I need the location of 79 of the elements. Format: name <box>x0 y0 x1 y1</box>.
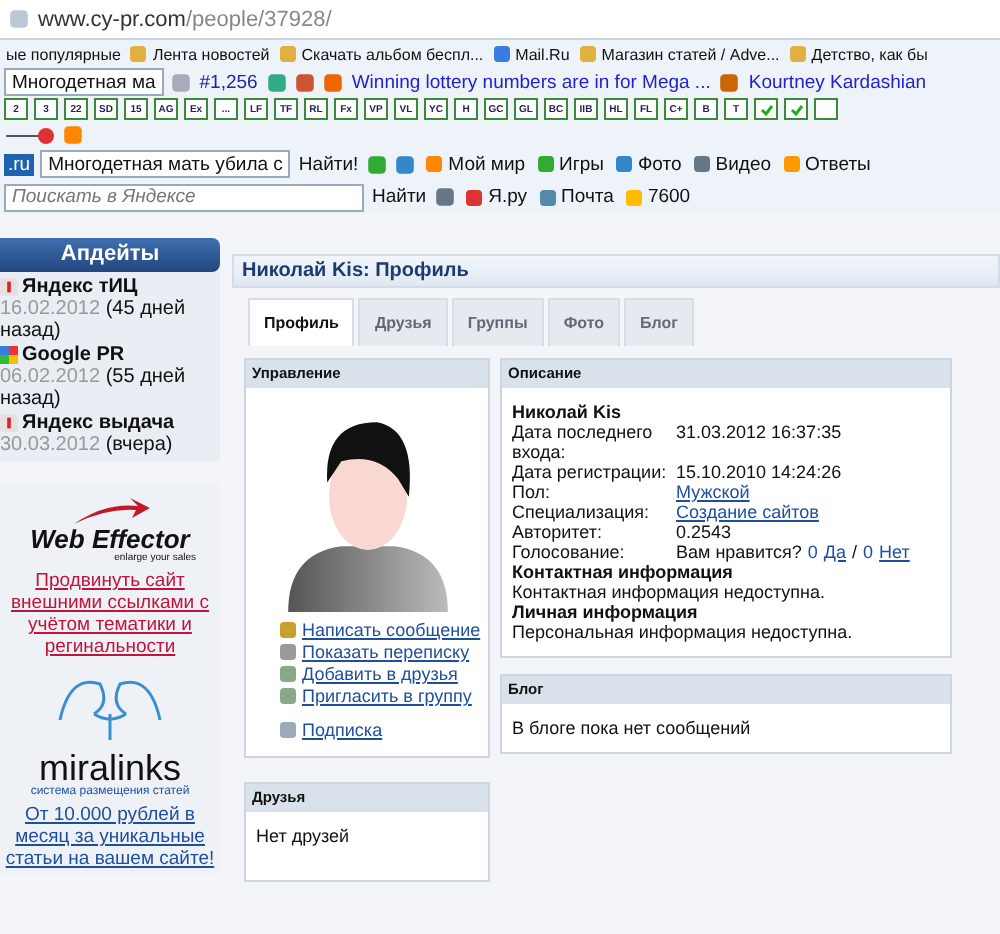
update-date-line: 16.02.2012 (45 дней назад) <box>0 298 188 342</box>
profile-action-link[interactable]: Добавить в друзья <box>278 664 488 684</box>
yandex-link[interactable]: Почта <box>535 186 616 208</box>
vote-count: 0 <box>863 542 874 562</box>
section-heading: Личная информация <box>512 602 700 622</box>
find-button[interactable]: Найти! <box>296 153 361 175</box>
profile-tab[interactable]: Группы <box>451 298 544 346</box>
sidebar-header: Апдейты <box>0 238 220 272</box>
field-label: Пол: <box>512 482 553 502</box>
check-icon <box>759 103 773 115</box>
field-value: 0.2543 <box>676 522 732 542</box>
portal-link[interactable]: Игры <box>533 153 606 175</box>
news-link[interactable]: Winning lottery numbers are in for Mega ... <box>349 71 713 93</box>
vote-question: Вам нравится? <box>676 542 802 562</box>
update-name: Яндекс тИЦ <box>22 276 138 298</box>
check-icon <box>789 103 803 115</box>
mail-search-field[interactable]: Многодетная мать убила с <box>40 150 291 178</box>
bookmark-link[interactable]: Магазин статей / Adve... <box>575 44 782 64</box>
url-path: /people/37928/ <box>185 7 332 31</box>
trend-link[interactable]: Kourtney Kardashian <box>746 71 929 93</box>
vote-link[interactable]: Нет <box>879 542 910 562</box>
field-link[interactable]: Создание сайтов <box>676 502 819 522</box>
yandex-find-button[interactable]: Найти <box>370 186 429 208</box>
section-heading: Контактная информация <box>512 562 735 582</box>
toolbar-search-field[interactable]: Многодетная ма <box>4 68 164 96</box>
vote-separator: / <box>852 542 858 562</box>
bookmark-link[interactable]: Скачать альбом беспл... <box>275 44 486 64</box>
yandex-link[interactable]: 7600 <box>621 186 693 208</box>
field-value: 15.10.2010 14:24:26 <box>676 462 842 482</box>
profile-action-link[interactable]: Написать сообщение <box>278 620 488 640</box>
url-host: www.cy-pr.com <box>38 7 186 31</box>
field-label: Дата регистрации: <box>512 462 669 482</box>
profile-tab[interactable]: Блог <box>624 298 694 346</box>
portal-link[interactable]: Мой мир <box>422 153 528 175</box>
check-toggle[interactable] <box>754 98 778 120</box>
bookmark-link[interactable]: ые популярные <box>4 45 123 63</box>
miralinks-logo: miralinks <box>38 750 181 786</box>
profile-action-link[interactable]: Подписка <box>278 720 488 740</box>
vote-count: 0 <box>807 542 818 562</box>
field-link[interactable]: Мужской <box>676 482 750 502</box>
update-name: Яндекс выдача <box>22 412 175 434</box>
field-label: Авторитет: <box>512 522 604 542</box>
counter-button[interactable]: #1,256 <box>197 71 260 93</box>
arrow-logo-icon <box>70 498 150 526</box>
field-label: Дата последнего входа: <box>512 422 655 462</box>
profile-tab[interactable]: Профиль <box>248 298 355 346</box>
address-bar[interactable]: www.cy-pr.com/people/37928/ <box>0 0 1000 40</box>
portal-link[interactable]: Ответы <box>779 153 873 175</box>
friends-text: Нет друзей <box>256 826 352 846</box>
section-text: Контактная информация недоступна. <box>512 582 828 602</box>
user-name: Николай Kis <box>512 402 623 422</box>
yandex-search-field[interactable]: Поискать в Яндексе <box>4 183 364 211</box>
bookmark-link[interactable]: Лента новостей <box>126 44 272 64</box>
update-date-line: 30.03.2012 (вчера) <box>0 434 175 456</box>
field-value: 31.03.2012 16:37:35 <box>676 422 842 446</box>
yandex-link[interactable]: Я.ру <box>462 186 530 208</box>
ad-link[interactable]: Продвинуть сайт внешними ссылками с учётом тематики и регинальности <box>4 570 216 658</box>
domain-label: .ru <box>4 153 35 175</box>
field-label: Голосование: <box>512 542 627 562</box>
check-toggle[interactable] <box>814 98 838 120</box>
bookmark-link[interactable]: Mail.Ru <box>489 44 572 64</box>
update-date-line: 06.02.2012 (55 дней назад) <box>0 366 188 410</box>
profile-tab[interactable]: Друзья <box>358 298 448 346</box>
vote-link[interactable]: Да <box>823 542 847 562</box>
section-text: Персональная информация недоступна. <box>512 622 855 642</box>
field-label: Специализация: <box>512 502 652 522</box>
page-title: Николай Kis: Профиль <box>232 254 1000 288</box>
profile-tab[interactable]: Фото <box>547 298 621 346</box>
ad-link[interactable]: От 10.000 рублей в месяц за уникальные статьи на вашем сайте! <box>4 804 216 870</box>
update-name: Google PR <box>22 344 125 366</box>
google-icon <box>0 346 18 364</box>
webeffector-logo: Web Effector <box>30 524 190 554</box>
check-toggle[interactable] <box>784 98 808 120</box>
portal-link[interactable]: Видео <box>689 153 774 175</box>
blog-text: В блоге пока нет сообщений <box>512 718 753 738</box>
bookmark-link[interactable]: Детство, как бы <box>785 44 930 64</box>
portal-link[interactable]: Фото <box>611 153 684 175</box>
profile-action-link[interactable]: Показать переписку <box>278 642 488 662</box>
profile-action-link[interactable]: Пригласить в группу <box>278 686 488 706</box>
